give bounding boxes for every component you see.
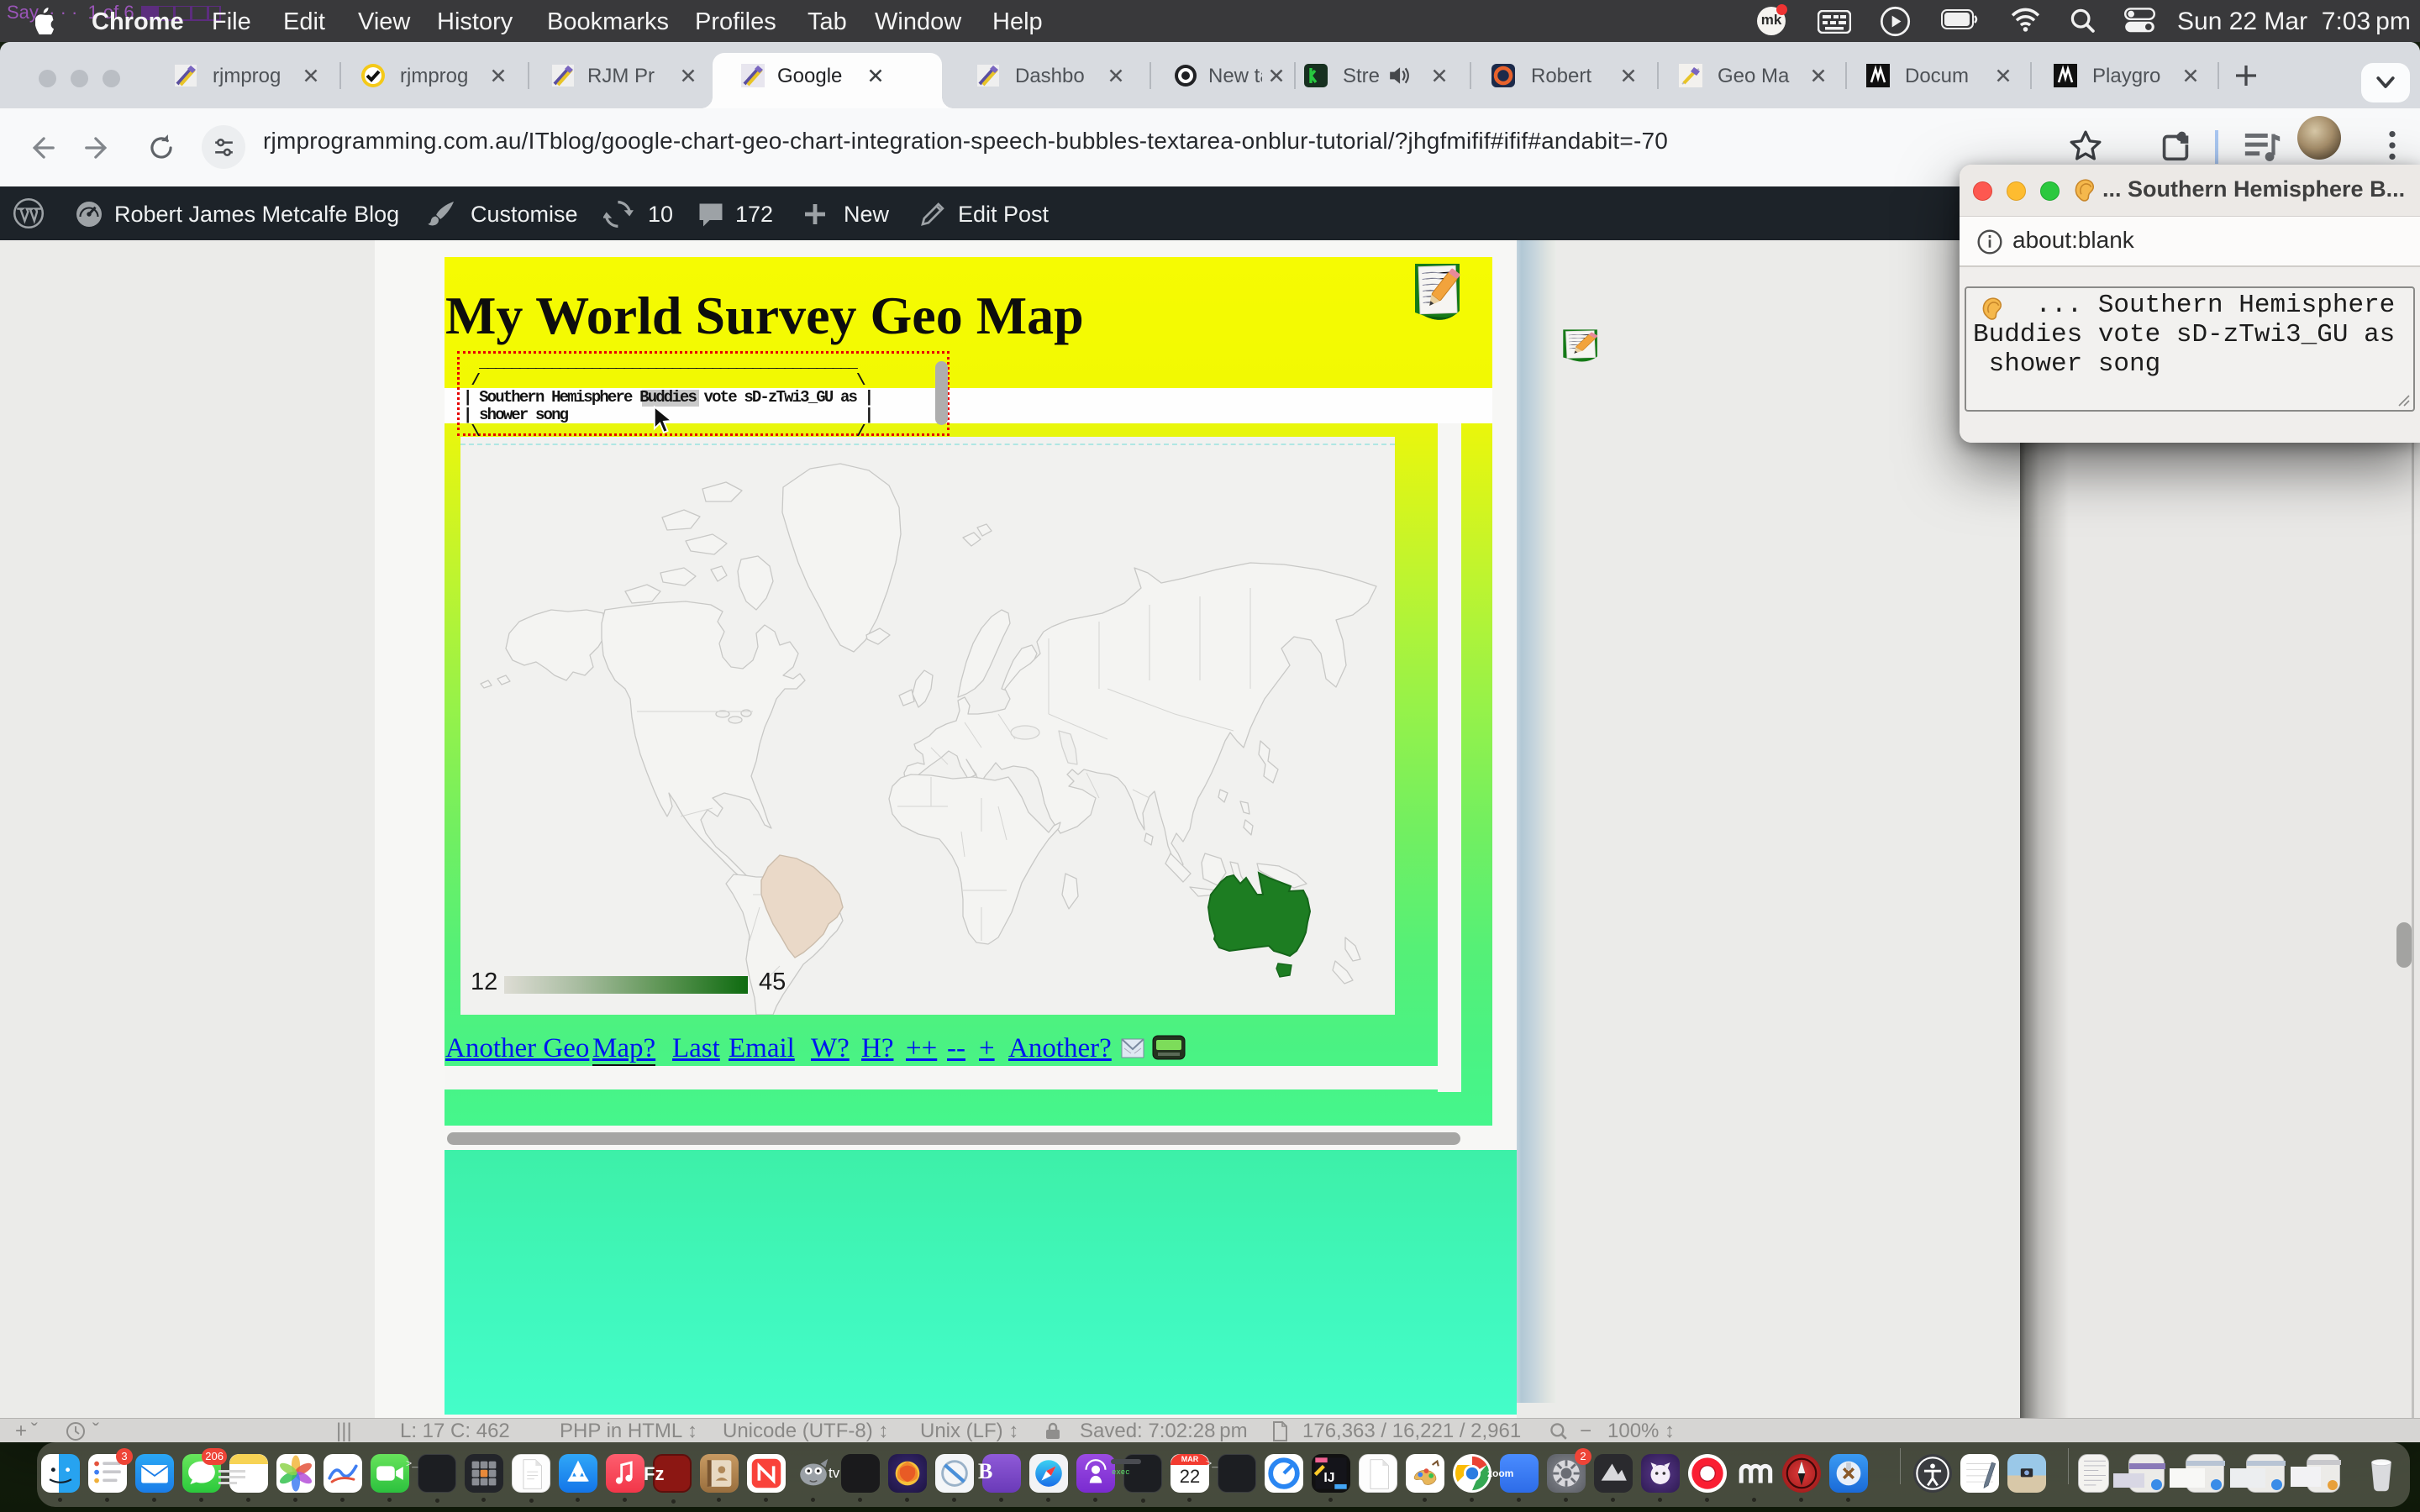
svg-text:IJ: IJ bbox=[1323, 1471, 1334, 1485]
